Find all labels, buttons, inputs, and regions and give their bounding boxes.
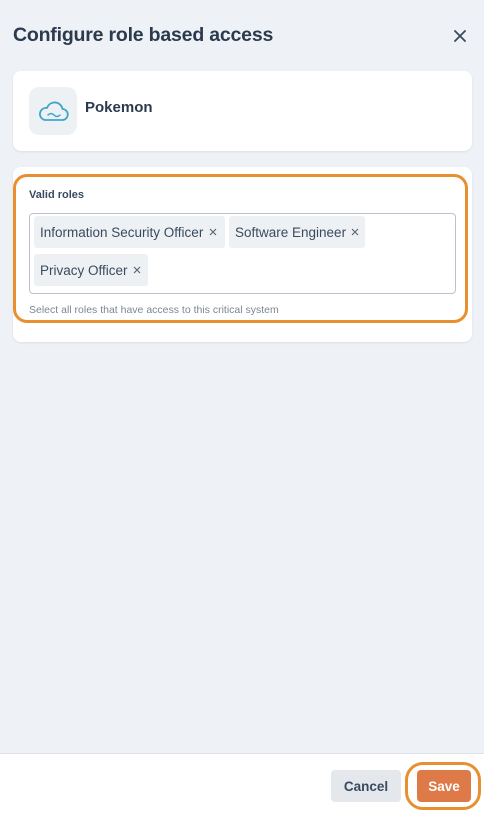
role-chip-label: Information Security Officer	[40, 224, 204, 240]
roles-help-text: Select all roles that have access to thi…	[29, 304, 279, 316]
cloud-icon	[29, 87, 77, 135]
remove-role-icon[interactable]	[133, 265, 142, 275]
valid-roles-multiselect[interactable]: Information Security Officer Software En…	[29, 213, 456, 294]
cancel-button[interactable]: Cancel	[331, 770, 401, 802]
remove-role-icon[interactable]	[208, 227, 218, 237]
system-card: Pokemon	[13, 71, 472, 151]
panel-header: Configure role based access	[0, 0, 484, 70]
panel-title: Configure role based access	[13, 24, 274, 46]
role-chip: Information Security Officer	[34, 216, 225, 248]
role-chip-label: Privacy Officer	[40, 262, 128, 278]
valid-roles-label: Valid roles	[29, 189, 85, 201]
panel-footer: Cancel Save	[0, 753, 484, 813]
remove-role-icon[interactable]	[351, 227, 359, 237]
save-button[interactable]: Save	[417, 770, 471, 802]
system-name: Pokemon	[85, 99, 153, 116]
role-chip: Privacy Officer	[34, 254, 148, 286]
role-chip: Software Engineer	[229, 216, 365, 248]
close-icon[interactable]	[450, 26, 470, 46]
configure-role-access-panel: Configure role based access Pokemon Vali…	[0, 0, 484, 813]
role-chip-label: Software Engineer	[235, 224, 347, 240]
